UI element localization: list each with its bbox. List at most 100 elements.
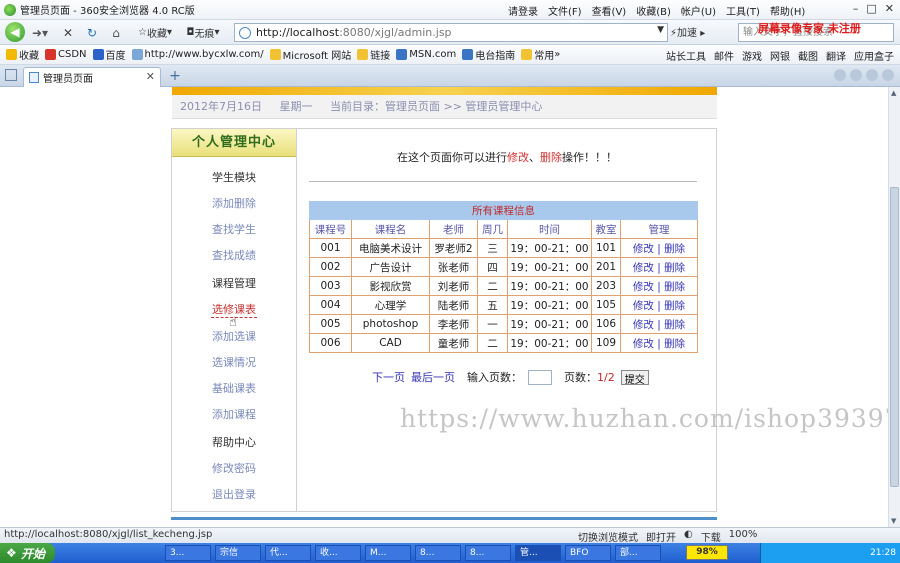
zoom-level[interactable]: 100%	[729, 529, 758, 544]
last-page-link[interactable]: 最后一页	[411, 369, 455, 385]
task-item[interactable]: 代...	[265, 545, 311, 561]
task-item[interactable]: 8...	[415, 545, 461, 561]
tab-close-all-icon[interactable]	[882, 69, 894, 81]
fav-radio[interactable]: 电台指南	[462, 47, 515, 62]
tab-list-icon[interactable]	[5, 69, 17, 81]
cell-weekday: 三	[477, 238, 508, 258]
tab-close-icon[interactable]: ✕	[146, 70, 155, 83]
sidebar-item-find-student[interactable]: 查找学生	[172, 221, 296, 237]
task-item[interactable]: M...	[365, 545, 411, 561]
bank-button[interactable]: 网银	[770, 48, 790, 63]
vertical-scrollbar[interactable]: ▲ ▼	[888, 87, 900, 527]
home-button[interactable]: ⌂	[106, 23, 126, 42]
toggle-icon[interactable]: ◐	[684, 529, 693, 544]
minimize-icon[interactable]: –	[853, 2, 859, 15]
sidebar-item-logout[interactable]: 退出登录	[172, 486, 296, 502]
privacy-mode-button[interactable]: ◘ 无痕 ▾	[183, 23, 223, 42]
edit-link[interactable]: 修改	[633, 300, 654, 312]
delete-link[interactable]: 删除	[664, 300, 685, 312]
instant-open-button[interactable]: 即打开	[646, 529, 676, 544]
page-number-input[interactable]	[528, 369, 552, 385]
cell-actions: 修改 | 删除	[620, 314, 698, 334]
favorites-button[interactable]: ☆ 收藏 ▾	[132, 23, 178, 42]
arrow-right-icon: ➜▾	[31, 25, 49, 40]
task-item[interactable]: 部...	[615, 545, 661, 561]
status-url: http://localhost:8080/xjgl/list_kecheng.…	[4, 529, 213, 540]
edit-link[interactable]: 修改	[633, 243, 654, 255]
sidebar-item-find-grade[interactable]: 查找成绩	[172, 247, 296, 263]
task-item[interactable]: 宗信	[215, 545, 261, 561]
task-item[interactable]: 8...	[465, 545, 511, 561]
webmaster-tools-button[interactable]: 站长工具	[666, 48, 706, 63]
chevron-down-icon[interactable]: ▼	[657, 25, 664, 35]
battery-indicator: 98%	[686, 545, 728, 560]
edit-link[interactable]: 修改	[633, 262, 654, 274]
edit-link[interactable]: 修改	[633, 281, 654, 293]
accelerate-button[interactable]: ⚡加速 ▸	[670, 24, 705, 39]
fav-csdn[interactable]: CSDN	[45, 49, 87, 60]
sidebar-item-add-course[interactable]: 添加课程	[172, 406, 296, 422]
sidebar-item-change-password[interactable]: 修改密码	[172, 460, 296, 476]
fav-microsoft[interactable]: Microsoft 网站	[269, 47, 351, 62]
sidebar-item-elective-status[interactable]: 选课情况	[172, 354, 296, 370]
fav-links[interactable]: 链接	[357, 47, 390, 62]
tab-admin-page[interactable]: 管理员页面 ✕	[23, 67, 161, 87]
sidebar-item-basic-schedule[interactable]: 基础课表	[172, 380, 296, 396]
screenshot-button[interactable]: 截图	[798, 48, 818, 63]
start-button[interactable]: ❖ 开始	[0, 543, 55, 563]
stop-button[interactable]: ✕	[58, 23, 78, 42]
app-box-button[interactable]: 应用盒子	[854, 48, 894, 63]
delete-link[interactable]: 删除	[664, 262, 685, 274]
cell-actions: 修改 | 删除	[620, 238, 698, 258]
menu-account[interactable]: 帐户(U)	[681, 3, 716, 18]
task-item[interactable]: 收...	[315, 545, 361, 561]
delete-link[interactable]: 删除	[664, 281, 685, 293]
csdn-icon	[45, 49, 56, 60]
menu-file[interactable]: 文件(F)	[548, 3, 582, 18]
delete-link[interactable]: 删除	[664, 338, 685, 350]
close-icon[interactable]: ✕	[885, 2, 894, 15]
tab-prev-icon[interactable]	[834, 69, 846, 81]
scroll-up-icon[interactable]: ▲	[891, 89, 899, 97]
maximize-icon[interactable]: □	[866, 2, 876, 15]
scrollbar-thumb[interactable]	[890, 187, 899, 487]
star-icon	[6, 49, 17, 60]
delete-link[interactable]: 删除	[664, 319, 685, 331]
fav-msn[interactable]: MSN.com	[396, 49, 456, 60]
next-page-link[interactable]: 下一页	[372, 369, 405, 385]
delete-link[interactable]: 删除	[664, 243, 685, 255]
fav-collect[interactable]: 收藏	[6, 47, 39, 62]
sidebar-item-add-elective[interactable]: 添加选课	[172, 328, 296, 344]
breadcrumb: 当前目录：管理员页面 >> 管理员管理中心	[330, 100, 543, 113]
mail-button[interactable]: 邮件	[714, 48, 734, 63]
switch-mode-button[interactable]: 切换浏览模式	[578, 529, 638, 544]
menu-tools[interactable]: 工具(T)	[726, 3, 760, 18]
fav-common[interactable]: 常用 »	[521, 47, 560, 62]
refresh-button[interactable]: ↻	[82, 23, 102, 42]
menu-favorites[interactable]: 收藏(B)	[636, 3, 671, 18]
menu-help[interactable]: 帮助(H)	[770, 3, 805, 18]
submit-page-button[interactable]: 提交	[620, 369, 649, 386]
task-item[interactable]: 管...	[515, 545, 561, 561]
edit-link[interactable]: 修改	[633, 338, 654, 350]
menu-view[interactable]: 查看(V)	[592, 3, 627, 18]
sidebar-item-add-delete[interactable]: 添加删除	[172, 195, 296, 211]
back-button[interactable]: ◀	[5, 22, 25, 42]
fav-baidu[interactable]: 百度	[92, 47, 126, 62]
new-tab-button[interactable]: +	[166, 68, 184, 85]
task-item[interactable]: BFO	[565, 545, 611, 561]
cell-course-name: 影视欣赏	[351, 276, 430, 296]
task-item[interactable]: 3...	[165, 545, 211, 561]
menu-login[interactable]: 请登录	[508, 3, 538, 18]
games-button[interactable]: 游戏	[742, 48, 762, 63]
cell-room: 109	[591, 333, 621, 353]
translate-button[interactable]: 翻译	[826, 48, 846, 63]
forward-button[interactable]: ➜▾	[29, 23, 51, 42]
fav-bycxlw[interactable]: http://www.bycxlw.com/	[131, 49, 264, 60]
tab-menu-icon[interactable]	[866, 69, 878, 81]
scroll-down-icon[interactable]: ▼	[891, 517, 899, 525]
address-bar[interactable]: http://localhost:8080/xjgl/admin.jsp ▼	[234, 23, 668, 42]
tab-next-icon[interactable]	[850, 69, 862, 81]
download-button[interactable]: 下载	[701, 529, 721, 544]
edit-link[interactable]: 修改	[633, 319, 654, 331]
